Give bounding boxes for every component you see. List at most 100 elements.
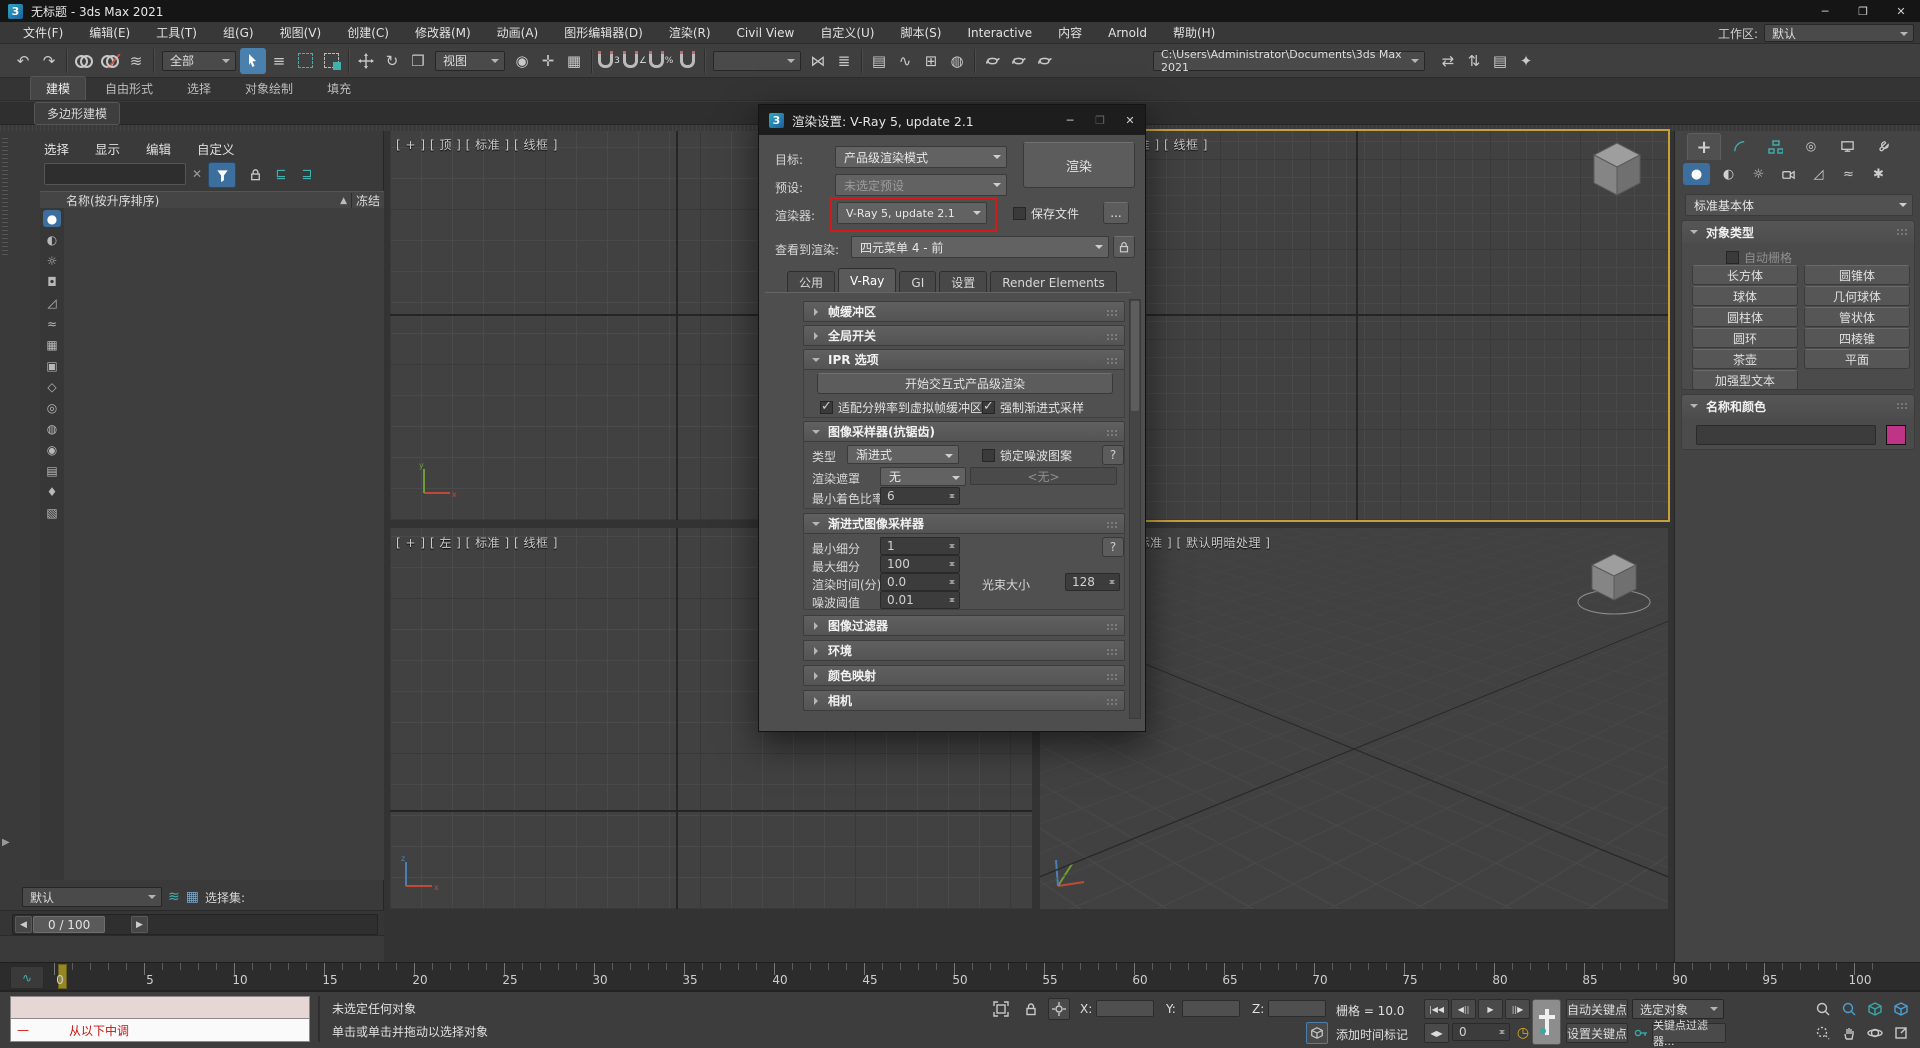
- frame-step-icon[interactable]: ◀▶: [1424, 1023, 1449, 1043]
- render-setup-icon[interactable]: [979, 48, 1005, 74]
- explorer-menu-1[interactable]: 显示: [95, 139, 120, 158]
- display-lights-icon[interactable]: ☼: [43, 252, 61, 269]
- playback-button-0[interactable]: |◀◀: [1424, 999, 1449, 1019]
- current-frame-field[interactable]: 0: [1452, 1023, 1510, 1041]
- menu-item-10[interactable]: Civil View: [724, 23, 808, 43]
- isolate-selection-icon[interactable]: [990, 999, 1012, 1019]
- menu-item-13[interactable]: Interactive: [954, 23, 1045, 43]
- menu-item-0[interactable]: 文件(F): [10, 21, 76, 44]
- viewcube-icon[interactable]: [1588, 139, 1646, 201]
- absolute-mode-icon[interactable]: [1048, 998, 1070, 1020]
- select-and-manipulate-icon[interactable]: ✛: [535, 48, 561, 74]
- dialog-tab-公用[interactable]: 公用: [787, 271, 836, 293]
- key-filters-icon[interactable]: [1630, 1023, 1652, 1043]
- open-container-icon[interactable]: ▤: [1487, 48, 1513, 74]
- force-progressive-checkbox[interactable]: 强制渐进式采样: [982, 399, 1084, 416]
- auto-key-button[interactable]: 自动关键点: [1566, 999, 1628, 1019]
- color-mapping-rollout[interactable]: 颜色映射: [803, 665, 1125, 686]
- material-editor-icon[interactable]: ◍: [944, 48, 970, 74]
- object-button-加强型文本[interactable]: 加强型文本: [1692, 370, 1798, 390]
- zoom-all-icon[interactable]: [1838, 999, 1860, 1019]
- object-button-平面[interactable]: 平面: [1804, 349, 1910, 369]
- name-column-header[interactable]: 名称(按升序排序): [66, 192, 159, 209]
- menu-item-3[interactable]: 组(G): [210, 21, 267, 44]
- previous-frame-arrow[interactable]: ◀: [15, 916, 32, 933]
- explorer-menu-0[interactable]: 选择: [44, 139, 69, 158]
- z-coordinate-field[interactable]: [1268, 1000, 1326, 1017]
- menu-item-9[interactable]: 渲染(R): [656, 21, 724, 44]
- object-button-圆柱体[interactable]: 圆柱体: [1692, 307, 1798, 327]
- hierarchy-tab-icon[interactable]: [1759, 133, 1791, 159]
- explorer-menu-3[interactable]: 自定义: [197, 139, 235, 158]
- explorer-preset-dropdown[interactable]: 默认: [22, 887, 162, 907]
- display-geometry-icon[interactable]: ●: [43, 210, 61, 227]
- select-and-move-icon[interactable]: [353, 48, 379, 74]
- lock-noise-pattern-checkbox[interactable]: 锁定噪波图案: [982, 447, 1072, 464]
- dialog-scrollbar-thumb[interactable]: [1131, 301, 1139, 411]
- zoom-region-icon[interactable]: [1812, 1023, 1834, 1043]
- project-folder-dropdown[interactable]: C:\Users\Administrator\Documents\3ds Max…: [1153, 48, 1425, 74]
- asset-tracking-icon[interactable]: ⇄: [1435, 48, 1461, 74]
- object-button-几何球体[interactable]: 几何球体: [1804, 286, 1910, 306]
- environment-rollout[interactable]: 环境: [803, 640, 1125, 661]
- utilities-tab-icon[interactable]: [1867, 133, 1899, 159]
- explorer-menu-2[interactable]: 编辑: [146, 139, 171, 158]
- menu-item-16[interactable]: 帮助(H): [1160, 21, 1228, 44]
- render-time-spinner[interactable]: 0.0: [880, 573, 960, 591]
- mirror-icon[interactable]: ⋈: [805, 48, 831, 74]
- maxscript-listener-output[interactable]: — 从以下中调: [10, 1019, 310, 1042]
- select-and-link-icon[interactable]: [71, 48, 97, 74]
- object-name-input[interactable]: [1696, 425, 1876, 445]
- playback-button-2[interactable]: ▶: [1478, 999, 1503, 1019]
- reference-coordinate-dropdown[interactable]: 视图: [435, 50, 505, 71]
- time-slider-track[interactable]: ◀ 0 / 100 ▶: [12, 914, 378, 935]
- max-subdivs-spinner[interactable]: 100: [880, 555, 960, 573]
- set-key-big-button[interactable]: [1532, 999, 1561, 1045]
- menu-item-7[interactable]: 动画(A): [484, 21, 552, 44]
- filter-icon[interactable]: [208, 162, 236, 188]
- target-dropdown[interactable]: 产品级渲染模式: [835, 146, 1007, 168]
- close-button[interactable]: ✕: [1882, 0, 1920, 22]
- display-visibility-icon[interactable]: ◉: [43, 441, 61, 458]
- key-mode-dropdown[interactable]: 选定对象: [1632, 999, 1724, 1019]
- select-and-scale-icon[interactable]: ❒: [405, 48, 431, 74]
- sort-view-icon[interactable]: ⊒: [294, 162, 320, 186]
- camera-rollout[interactable]: 相机: [803, 690, 1125, 711]
- dialog-scrollbar[interactable]: [1129, 299, 1141, 719]
- undo-icon[interactable]: ↶: [10, 48, 36, 74]
- workspace-dropdown[interactable]: 默认: [1764, 24, 1914, 42]
- named-selection-sets-dropdown[interactable]: [713, 50, 801, 71]
- view-lock-icon[interactable]: [1113, 236, 1135, 258]
- display-misc-icon[interactable]: ▧: [43, 504, 61, 521]
- unlink-selection-icon[interactable]: [97, 48, 123, 74]
- align-icon[interactable]: ≣: [831, 48, 857, 74]
- category-dropdown[interactable]: 标准基本体: [1685, 194, 1913, 216]
- next-frame-arrow[interactable]: ▶: [131, 916, 148, 933]
- dialog-tab-Render Elements[interactable]: Render Elements: [990, 271, 1117, 293]
- object-button-圆锥体[interactable]: 圆锥体: [1804, 265, 1910, 285]
- view-to-render-dropdown[interactable]: 四元菜单 4 - 前: [851, 236, 1109, 258]
- add-time-tag-label[interactable]: 添加时间标记: [1336, 1026, 1408, 1043]
- save-file-checkbox[interactable]: 保存文件: [1013, 205, 1079, 222]
- menu-item-4[interactable]: 视图(V): [267, 21, 335, 44]
- fit-resolution-checkbox[interactable]: 适配分辨率到虚拟帧缓冲区: [820, 399, 982, 416]
- keyboard-shortcut-override-icon[interactable]: ▦: [561, 48, 587, 74]
- cameras-category-icon[interactable]: [1775, 163, 1802, 185]
- minimize-button[interactable]: ─: [1806, 0, 1844, 22]
- pan-icon[interactable]: [1838, 1023, 1860, 1043]
- set-key-button[interactable]: 设置关键点: [1566, 1023, 1628, 1043]
- maximize-button[interactable]: ❐: [1844, 0, 1882, 22]
- playback-button-1[interactable]: ◀||: [1451, 999, 1476, 1019]
- render-mask-dropdown[interactable]: 无: [880, 467, 966, 486]
- object-color-swatch[interactable]: [1886, 425, 1906, 445]
- create-tab-icon[interactable]: +: [1687, 133, 1721, 160]
- dialog-minimize-button[interactable]: ─: [1055, 105, 1085, 135]
- dialog-close-button[interactable]: ✕: [1115, 105, 1145, 135]
- y-coordinate-field[interactable]: [1182, 1000, 1240, 1017]
- rendered-frame-window-icon[interactable]: [1005, 48, 1031, 74]
- image-sampler-rollout[interactable]: 图像采样器(抗锯齿): [803, 421, 1125, 442]
- dialog-tab-GI[interactable]: GI: [899, 271, 937, 293]
- frame-buffer-rollout[interactable]: 帧缓冲区: [803, 301, 1125, 322]
- lock-explorer-icon[interactable]: [242, 162, 268, 186]
- display-xref-icon[interactable]: ▣: [43, 357, 61, 374]
